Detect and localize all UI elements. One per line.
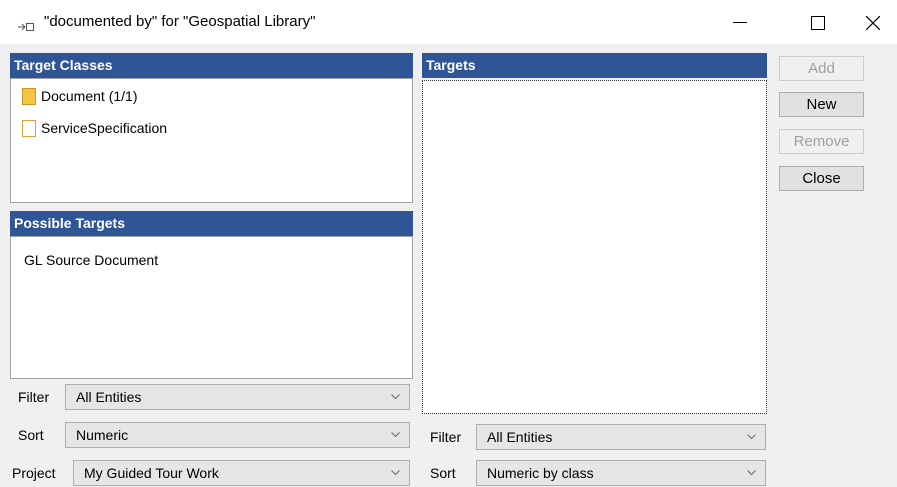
folder-icon xyxy=(22,88,36,105)
target-class-label: Document (1/1) xyxy=(41,88,138,104)
maximize-icon xyxy=(811,16,825,30)
targets-sort-value: Numeric by class xyxy=(487,465,594,481)
targets-sort-label: Sort xyxy=(430,465,456,481)
remove-button[interactable]: Remove xyxy=(779,129,864,154)
sort-select-value: Numeric xyxy=(76,427,129,443)
window-title: "documented by" for "Geospatial Library" xyxy=(44,13,316,30)
targets-filter-label: Filter xyxy=(430,429,462,445)
targets-filter-value: All Entities xyxy=(487,429,553,445)
filter-select-value: All Entities xyxy=(76,389,142,405)
target-classes-list[interactable]: Document (1/1) ServiceSpecification xyxy=(10,78,413,203)
close-icon xyxy=(866,16,880,30)
targets-filter-select[interactable]: All Entities xyxy=(476,424,766,450)
sort-select[interactable]: Numeric xyxy=(65,422,410,448)
close-window-button[interactable] xyxy=(850,8,896,38)
maximize-button[interactable] xyxy=(795,8,841,38)
chevron-down-icon xyxy=(391,432,400,438)
targets-list[interactable] xyxy=(422,80,767,414)
new-button[interactable]: New xyxy=(779,92,864,117)
list-item[interactable]: GL Source Document xyxy=(24,250,158,270)
minimize-button[interactable] xyxy=(717,8,763,38)
chevron-down-icon xyxy=(747,470,756,476)
chevron-down-icon xyxy=(391,394,400,400)
targets-header: Targets xyxy=(422,53,767,78)
target-class-item-servicespecification[interactable]: ServiceSpecification xyxy=(22,118,168,138)
chevron-down-icon xyxy=(391,470,400,476)
add-button[interactable]: Add xyxy=(779,56,864,81)
target-classes-header: Target Classes xyxy=(10,53,413,78)
target-class-label: ServiceSpecification xyxy=(41,120,168,136)
dialog-window: "documented by" for "Geospatial Library"… xyxy=(0,0,897,487)
close-button[interactable]: Close xyxy=(779,166,864,191)
sort-label: Sort xyxy=(18,427,44,443)
title-bar: "documented by" for "Geospatial Library" xyxy=(0,0,897,44)
possible-targets-header: Possible Targets xyxy=(10,211,413,236)
chevron-down-icon xyxy=(747,434,756,440)
link-arrow-icon xyxy=(18,23,34,31)
document-icon xyxy=(22,120,36,137)
project-label: Project xyxy=(12,465,56,481)
filter-select[interactable]: All Entities xyxy=(65,384,410,410)
filter-label: Filter xyxy=(18,389,50,405)
possible-targets-list[interactable]: GL Source Document xyxy=(10,236,413,379)
project-select[interactable]: My Guided Tour Work xyxy=(73,460,410,486)
project-select-value: My Guided Tour Work xyxy=(84,465,219,481)
minimize-icon xyxy=(733,22,747,23)
targets-sort-select[interactable]: Numeric by class xyxy=(476,460,766,486)
target-class-item-document[interactable]: Document (1/1) xyxy=(22,86,138,106)
